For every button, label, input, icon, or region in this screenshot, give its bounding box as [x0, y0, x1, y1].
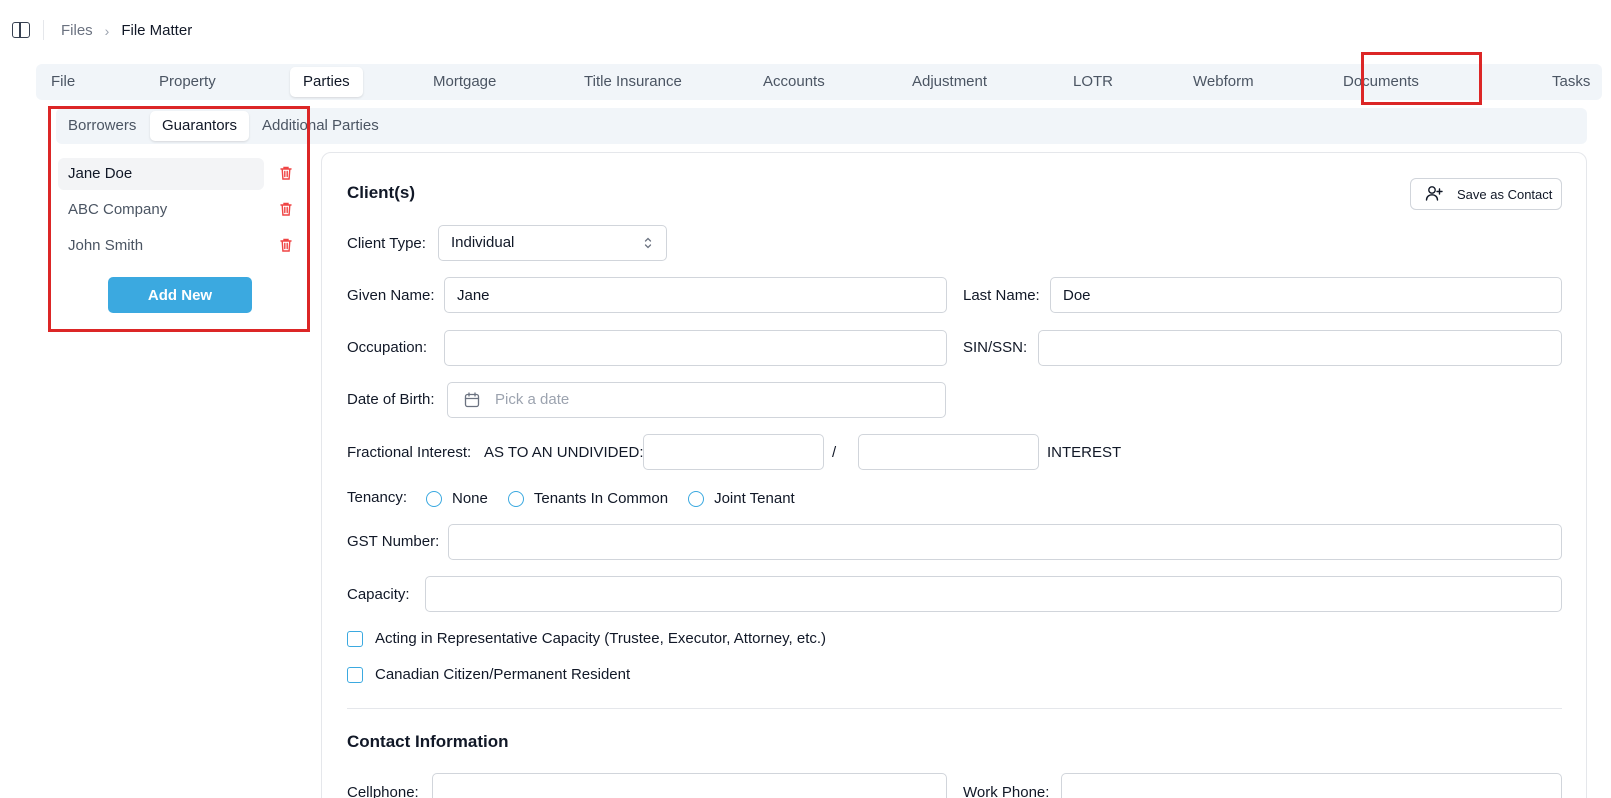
sin-ssn-input[interactable]: [1038, 330, 1562, 366]
tab-file[interactable]: File: [38, 67, 88, 97]
party-name-john-smith[interactable]: John Smith: [58, 230, 264, 262]
save-as-contact-button[interactable]: Save as Contact: [1410, 178, 1562, 210]
tenancy-option-label: Joint Tenant: [714, 490, 795, 507]
representative-capacity-row: Acting in Representative Capacity (Trust…: [347, 630, 826, 647]
breadcrumb-current: File Matter: [121, 22, 193, 39]
occupation-input[interactable]: [444, 330, 947, 366]
trash-icon[interactable]: [280, 202, 292, 216]
gst-number-label: GST Number:: [347, 533, 440, 550]
subtab-additional-parties[interactable]: Additional Parties: [250, 111, 391, 141]
list-item: ABC Company: [58, 194, 298, 226]
tab-property[interactable]: Property: [146, 67, 229, 97]
tab-parties[interactable]: Parties: [290, 67, 363, 97]
chevron-updown-icon: [644, 237, 652, 249]
work-phone-input[interactable]: [1061, 773, 1562, 798]
list-item: Jane Doe: [58, 158, 298, 190]
fraction-numerator-input[interactable]: [643, 434, 824, 470]
sin-ssn-label: SIN/SSN:: [963, 339, 1028, 356]
cellphone-input[interactable]: [432, 773, 947, 798]
cellphone-label: Cellphone:: [347, 784, 419, 798]
header-bar: Files › File Matter: [0, 0, 1611, 62]
tab-mortgage[interactable]: Mortgage: [420, 67, 509, 97]
party-list: Jane Doe ABC Company John Smith: [58, 158, 298, 266]
tab-adjustment[interactable]: Adjustment: [899, 67, 1000, 97]
tenancy-radio-joint-tenant[interactable]: [688, 490, 705, 507]
tab-title-insurance[interactable]: Title Insurance: [571, 67, 695, 97]
clients-section-title: Client(s): [347, 183, 415, 202]
trash-icon[interactable]: [280, 166, 292, 180]
client-type-select[interactable]: Individual: [438, 225, 667, 261]
last-name-label: Last Name:: [963, 287, 1040, 304]
sub-tab-bar: Borrowers Guarantors Additional Parties: [56, 108, 1587, 144]
given-name-input[interactable]: [444, 277, 947, 313]
subtab-guarantors[interactable]: Guarantors: [150, 111, 250, 141]
fraction-slash: /: [832, 444, 837, 461]
chevron-right-icon: ›: [104, 22, 110, 39]
tab-documents[interactable]: Documents: [1330, 67, 1432, 97]
party-name-abc-company[interactable]: ABC Company: [58, 194, 264, 226]
tenancy-label: Tenancy:: [347, 489, 408, 506]
main-tab-bar: File Property Parties Mortgage Title Ins…: [36, 64, 1602, 100]
date-placeholder: Pick a date: [495, 391, 570, 408]
tenancy-option-label: Tenants In Common: [533, 490, 669, 507]
representative-capacity-checkbox[interactable]: [347, 630, 363, 647]
tenancy-option-label: None: [452, 490, 488, 507]
gst-number-input[interactable]: [448, 524, 1562, 560]
add-new-button[interactable]: Add New: [108, 277, 252, 313]
interest-label: INTEREST: [1047, 444, 1122, 461]
work-phone-label: Work Phone:: [963, 784, 1050, 798]
fractional-interest-label: Fractional Interest:: [347, 444, 472, 461]
canadian-citizen-checkbox[interactable]: [347, 666, 363, 683]
canadian-citizen-label: Canadian Citizen/Permanent Resident: [375, 666, 631, 683]
tab-tasks[interactable]: Tasks: [1539, 67, 1603, 97]
client-type-value: Individual: [451, 234, 515, 251]
capacity-label: Capacity:: [347, 586, 410, 603]
calendar-icon: [464, 392, 480, 408]
breadcrumb: Files › File Matter: [61, 22, 192, 39]
party-name-jane-doe[interactable]: Jane Doe: [58, 158, 264, 190]
header-divider: [43, 20, 44, 40]
date-of-birth-picker[interactable]: Pick a date: [447, 382, 946, 418]
client-type-label: Client Type:: [347, 235, 426, 252]
section-divider: [347, 708, 1562, 709]
given-name-label: Given Name:: [347, 287, 435, 304]
save-as-contact-label: Save as Contact: [1457, 186, 1553, 202]
undivided-label: AS TO AN UNDIVIDED:: [484, 444, 644, 461]
tenancy-radio-tenants-in-common[interactable]: [507, 490, 524, 507]
canadian-citizen-row: Canadian Citizen/Permanent Resident: [347, 666, 630, 683]
date-of-birth-label: Date of Birth:: [347, 391, 435, 408]
last-name-input[interactable]: [1050, 277, 1562, 313]
representative-capacity-label: Acting in Representative Capacity (Trust…: [375, 630, 827, 647]
contact-info-title: Contact Information: [347, 732, 509, 751]
tenancy-radio-group: None Tenants In Common Joint Tenant: [426, 490, 815, 507]
sidebar-toggle-icon[interactable]: [12, 22, 30, 38]
subtab-borrowers[interactable]: Borrowers: [56, 111, 148, 141]
capacity-input[interactable]: [425, 576, 1562, 612]
user-plus-icon: [1425, 185, 1443, 204]
tab-webform[interactable]: Webform: [1180, 67, 1267, 97]
fraction-denominator-input[interactable]: [858, 434, 1039, 470]
tab-lotr[interactable]: LOTR: [1060, 67, 1126, 97]
tab-accounts[interactable]: Accounts: [750, 67, 838, 97]
list-item: John Smith: [58, 230, 298, 262]
trash-icon[interactable]: [280, 238, 292, 252]
tenancy-radio-none[interactable]: [426, 490, 442, 507]
breadcrumb-files-link[interactable]: Files: [61, 22, 93, 39]
occupation-label: Occupation:: [347, 339, 428, 356]
